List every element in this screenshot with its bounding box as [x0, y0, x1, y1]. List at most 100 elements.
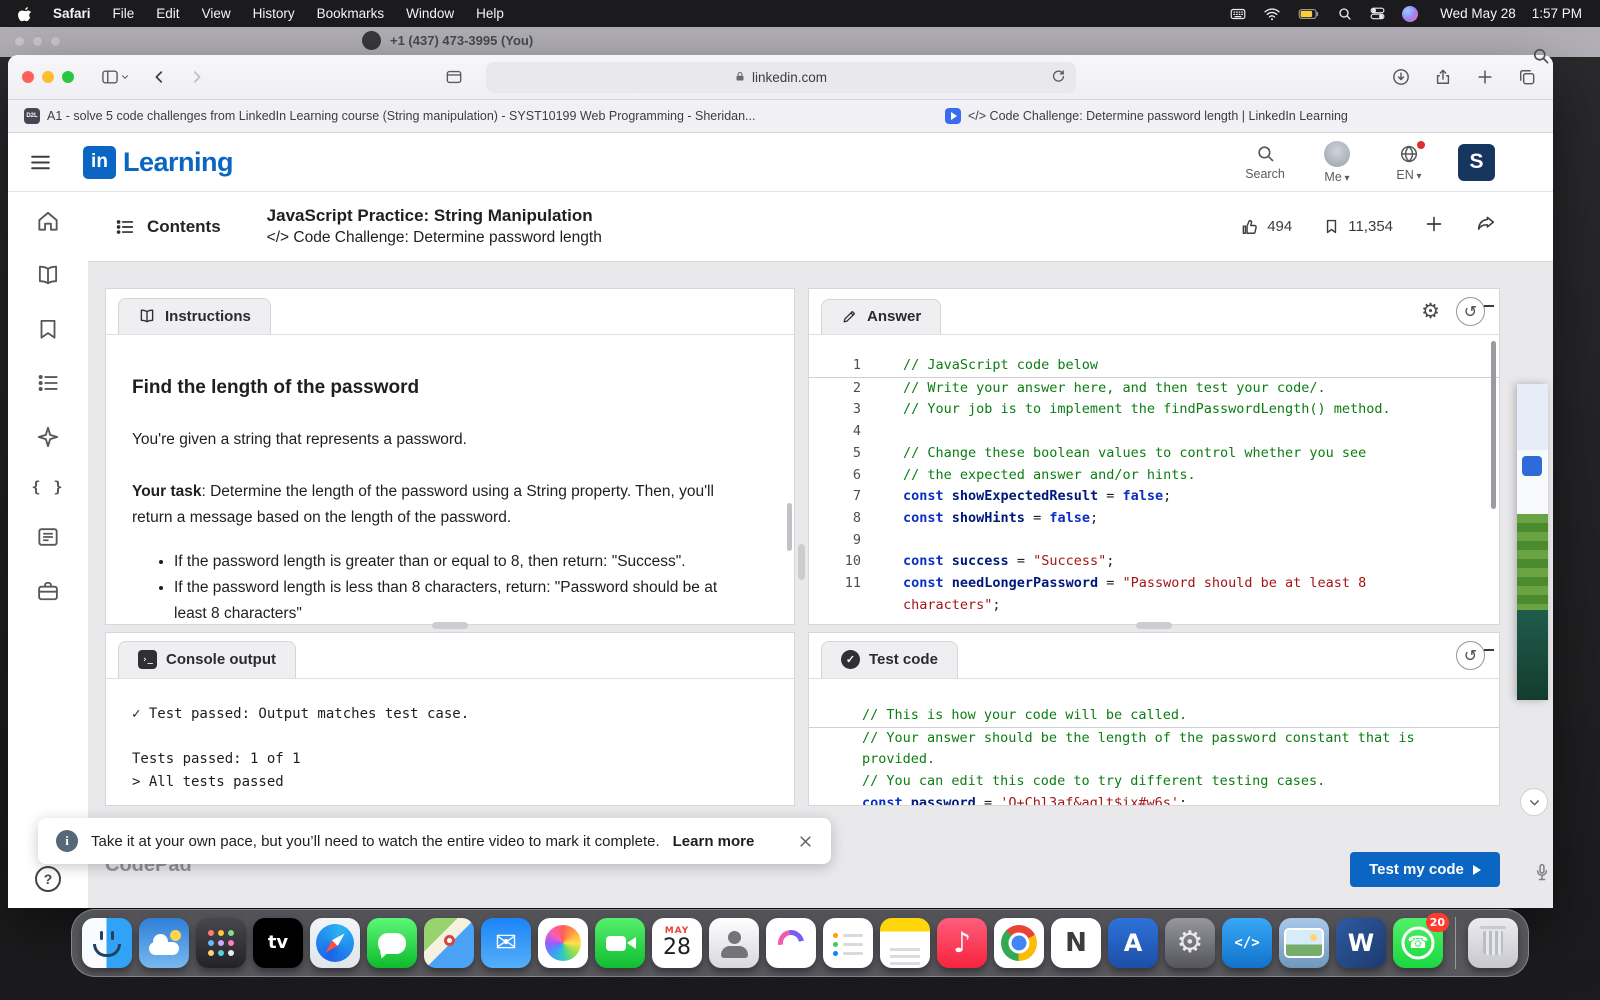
code-line[interactable]: 6// the expected answer and/or hints. — [809, 465, 1499, 487]
nav-language[interactable]: EN — [1386, 143, 1432, 182]
nav-code-icon[interactable]: { } — [31, 478, 64, 496]
forward-button[interactable] — [188, 68, 206, 86]
weather-dock-icon[interactable] — [139, 918, 189, 968]
launchpad-dock-icon[interactable] — [196, 918, 246, 968]
code-line[interactable]: 1// JavaScript code below — [809, 355, 1499, 378]
facetime-dock-icon[interactable] — [595, 918, 645, 968]
nav-contents-icon[interactable] — [35, 370, 61, 396]
share-icon[interactable] — [1433, 67, 1453, 92]
whatsapp-dock-icon[interactable]: ☎20 — [1393, 918, 1443, 968]
chrome-dock-icon[interactable] — [994, 918, 1044, 968]
nav-search[interactable]: Search — [1242, 143, 1288, 181]
menu-item[interactable]: Window — [406, 6, 454, 21]
minimize-window-button[interactable] — [42, 71, 54, 83]
menu-item-app[interactable]: Safari — [53, 6, 91, 21]
scroll-down-button[interactable] — [1520, 788, 1548, 816]
code-line[interactable]: // You can edit this code to try differe… — [809, 771, 1499, 793]
menu-item[interactable]: File — [113, 6, 135, 21]
reload-icon[interactable] — [1050, 68, 1067, 88]
page-settings-icon[interactable] — [444, 67, 464, 92]
close-window-button[interactable] — [22, 71, 34, 83]
freeform-dock-icon[interactable] — [766, 918, 816, 968]
nav-career-icon[interactable] — [35, 578, 61, 604]
nav-saved-icon[interactable] — [35, 316, 61, 342]
code-line[interactable]: 10const success = "Success"; — [809, 551, 1499, 573]
menu-item[interactable]: Help — [476, 6, 504, 21]
downloads-icon[interactable] — [1391, 67, 1411, 92]
settings-dock-icon[interactable]: ⚙ — [1165, 918, 1215, 968]
menu-item[interactable]: History — [253, 6, 295, 21]
vertical-resize-handle[interactable] — [798, 544, 805, 580]
background-tab[interactable]: +1 (437) 473-3995 (You) — [362, 31, 533, 50]
share-lesson-icon[interactable] — [1475, 213, 1497, 240]
music-dock-icon[interactable]: ♪ — [937, 918, 987, 968]
trash-dock-icon[interactable] — [1468, 918, 1518, 968]
word-dock-icon[interactable]: W — [1336, 918, 1386, 968]
code-line[interactable]: 9 — [809, 530, 1499, 552]
answer-collapse-handle[interactable] — [1484, 305, 1494, 307]
code-line[interactable]: 2// Write your answer here, and then tes… — [809, 378, 1499, 400]
menu-item[interactable]: Bookmarks — [317, 6, 385, 21]
contents-button[interactable]: Contents — [114, 216, 221, 238]
code-line[interactable]: 5// Change these boolean values to contr… — [809, 443, 1499, 465]
nav-articles-icon[interactable] — [35, 524, 61, 550]
control-center-icon[interactable] — [1369, 5, 1386, 22]
test-code-reset-button[interactable]: ↺ — [1456, 641, 1485, 670]
vscode-dock-icon[interactable]: </> — [1222, 918, 1272, 968]
app-a-dock-icon[interactable]: A — [1108, 918, 1158, 968]
learn-more-link[interactable]: Learn more — [673, 833, 755, 850]
sidebar-toggle-button[interactable] — [100, 67, 130, 87]
calendar-dock-icon[interactable]: MAY28 — [652, 918, 702, 968]
messages-dock-icon[interactable] — [367, 918, 417, 968]
horizontal-resize-handle-right[interactable] — [1136, 622, 1172, 629]
spotlight-icon[interactable] — [1337, 6, 1353, 22]
mail-dock-icon[interactable]: ✉ — [481, 918, 531, 968]
apple-menu-icon[interactable] — [18, 5, 33, 22]
editor-settings-gear-icon[interactable]: ⚙ — [1421, 301, 1440, 322]
nav-ai-icon[interactable] — [35, 424, 61, 450]
tab-answer[interactable]: Answer — [821, 299, 941, 334]
photos-dock-icon[interactable] — [538, 918, 588, 968]
wifi-icon[interactable] — [1263, 6, 1281, 22]
address-bar[interactable]: linkedin.com — [486, 62, 1076, 93]
help-button[interactable]: ? — [35, 866, 61, 892]
bookmark-item-code-challenge[interactable]: </> Code Challenge: Determine password l… — [945, 108, 1348, 124]
code-line[interactable]: 3// Your job is to implement the findPas… — [809, 399, 1499, 421]
code-line[interactable]: const password = 'Q+Chl3af&aqlt$ix#w6s'; — [809, 793, 1499, 806]
code-line[interactable]: 7const showExpectedResult = false; — [809, 486, 1499, 508]
bookmark-item-d2l[interactable]: D2L A1 - solve 5 code challenges from Li… — [24, 108, 755, 124]
horizontal-resize-handle-left[interactable] — [432, 622, 468, 629]
hamburger-menu-icon[interactable] — [28, 150, 53, 175]
maps-dock-icon[interactable] — [424, 918, 474, 968]
tab-console-output[interactable]: ›_ Console output — [118, 641, 296, 678]
code-line[interactable]: // Your answer should be the length of t… — [809, 728, 1499, 771]
microphone-icon[interactable] — [1532, 861, 1552, 890]
zoom-window-button[interactable] — [62, 71, 74, 83]
finder-dock-icon[interactable] — [82, 918, 132, 968]
nav-courses-icon[interactable] — [35, 262, 61, 288]
nav-home-icon[interactable] — [35, 208, 61, 234]
battery-icon[interactable] — [1297, 6, 1321, 22]
likes-button[interactable]: 494 — [1240, 217, 1292, 237]
notability-dock-icon[interactable]: N — [1051, 918, 1101, 968]
menubar-date[interactable]: Wed May 28 — [1440, 6, 1516, 21]
back-button[interactable] — [150, 68, 168, 86]
keyboard-icon[interactable] — [1229, 5, 1247, 23]
tab-test-code[interactable]: ✓ Test code — [821, 641, 958, 678]
answer-reset-button[interactable]: ↺ — [1456, 297, 1485, 326]
menu-item[interactable]: View — [202, 6, 231, 21]
tab-instructions[interactable]: Instructions — [118, 298, 271, 334]
code-line[interactable]: 4 — [809, 421, 1499, 443]
test-my-code-button[interactable]: Test my code — [1350, 852, 1500, 887]
new-tab-icon[interactable] — [1475, 67, 1495, 92]
preview-dock-icon[interactable] — [1279, 918, 1329, 968]
code-line[interactable]: // This is how your code will be called. — [809, 705, 1499, 728]
safari-dock-icon[interactable] — [310, 918, 360, 968]
instructions-scrollbar[interactable] — [787, 503, 792, 551]
siri-icon[interactable] — [1402, 6, 1418, 22]
linkedin-learning-logo[interactable]: in Learning — [83, 146, 233, 179]
contacts-dock-icon[interactable] — [709, 918, 759, 968]
answer-code-editor[interactable]: 1// JavaScript code below2// Write your … — [809, 335, 1499, 616]
saves-button[interactable]: 11,354 — [1322, 217, 1393, 236]
reminders-dock-icon[interactable] — [823, 918, 873, 968]
